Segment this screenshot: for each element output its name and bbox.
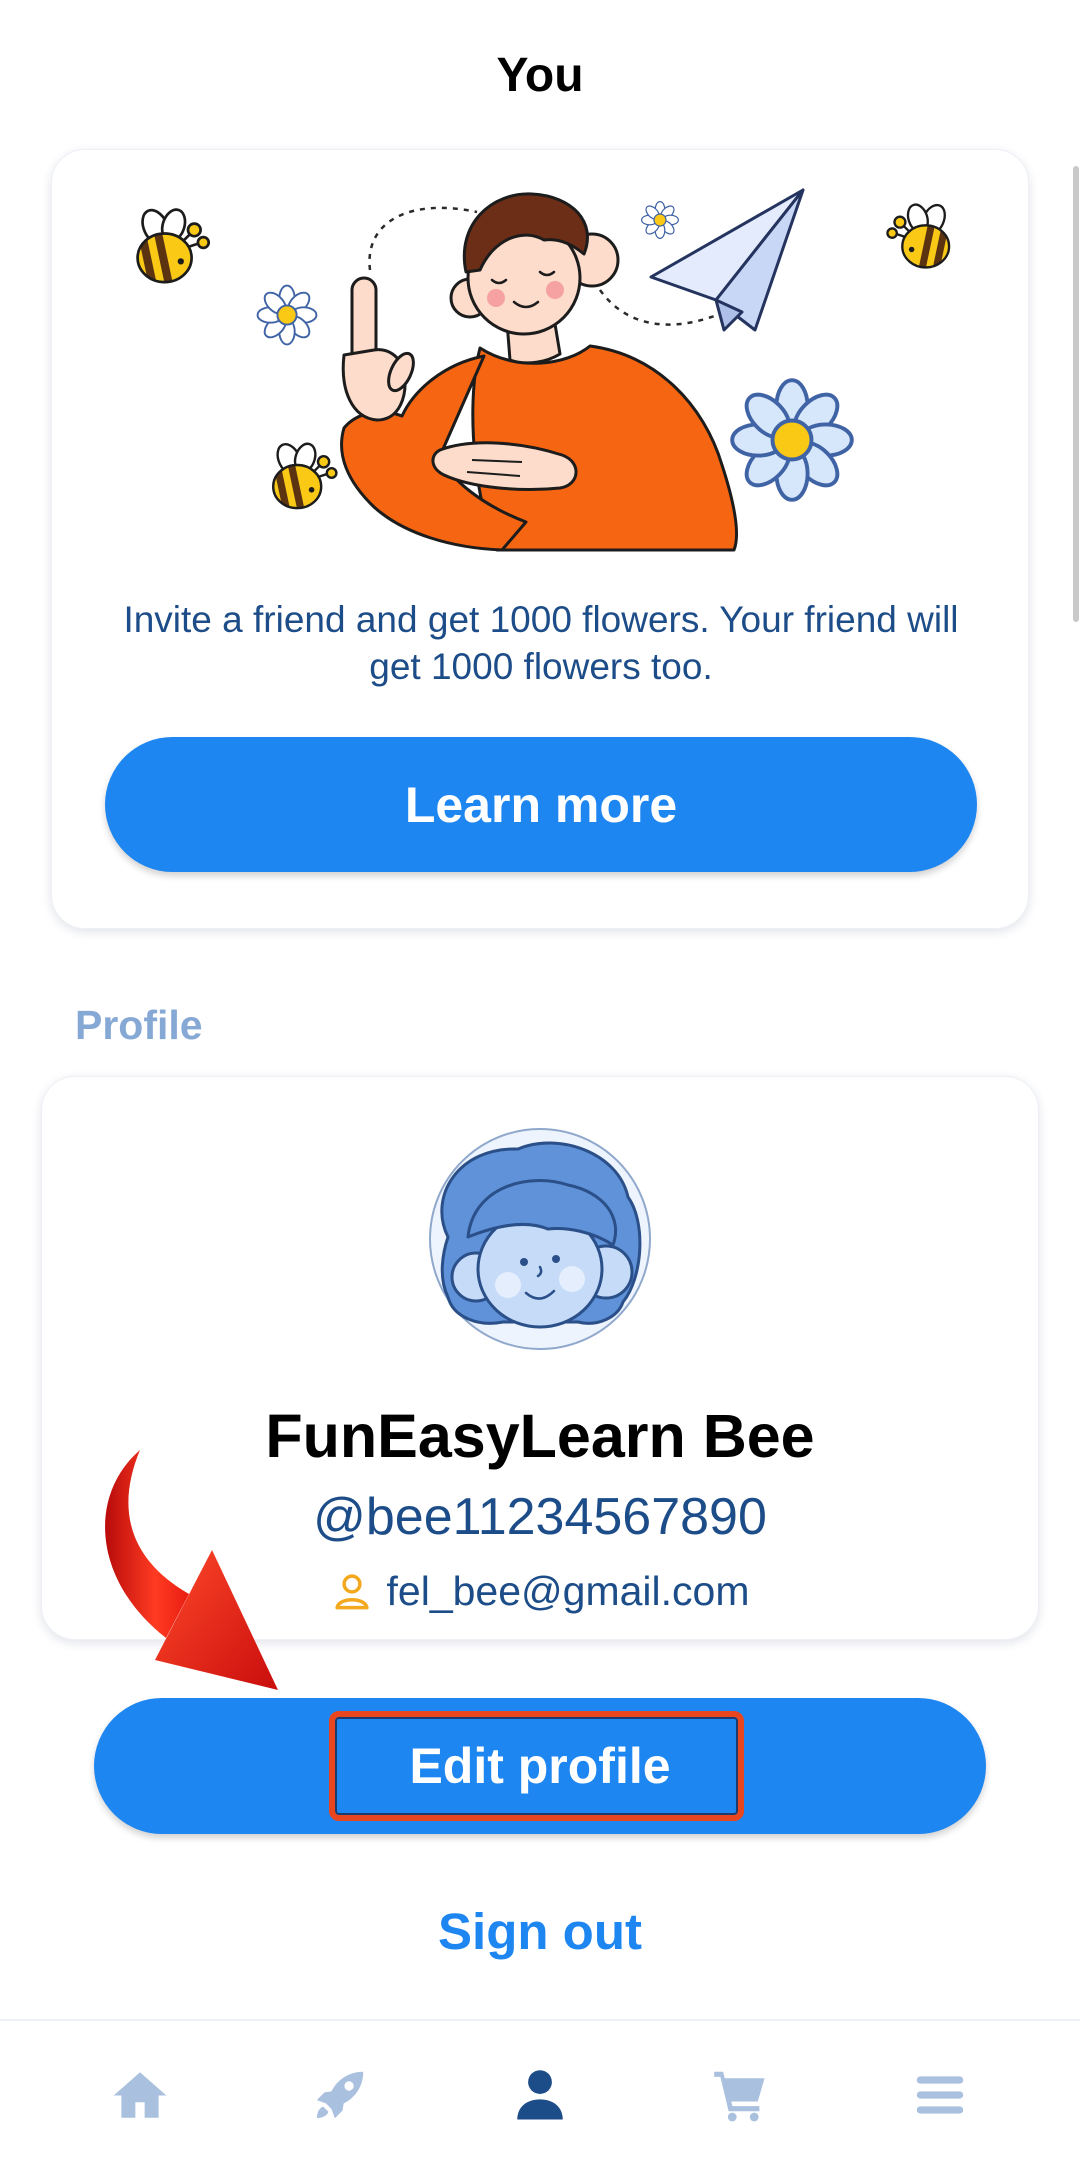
sign-out-button[interactable]: Sign out	[428, 1897, 652, 1967]
cart-icon	[714, 2071, 765, 2121]
edit-profile-label: Edit profile	[409, 1738, 671, 1794]
invite-message: Invite a friend and get 1000 flowers. Yo…	[123, 599, 959, 687]
profile-email: fel_bee@gmail.com	[386, 1568, 750, 1614]
scrollbar[interactable]	[1073, 166, 1079, 622]
bee-icon	[887, 201, 951, 283]
person-outline-icon	[334, 1574, 369, 1610]
flower-icon	[640, 201, 680, 239]
bottom-nav	[0, 2019, 1080, 2168]
avatar	[429, 1128, 651, 1350]
boy-figure	[340, 192, 739, 552]
invite-card: Invite a friend and get 1000 flowers. Yo…	[51, 149, 1029, 929]
learn-more-button[interactable]: Learn more	[105, 737, 977, 872]
profile-username: @bee11234567890	[313, 1488, 767, 1546]
nav-item-rocket[interactable]	[240, 2021, 440, 2168]
bee-icon	[271, 441, 336, 525]
flower-icon	[256, 284, 318, 346]
nav-item-profile[interactable]	[440, 2021, 640, 2168]
profile-name: FunEasyLearn Bee	[265, 1402, 815, 1470]
nav-item-home[interactable]	[40, 2021, 240, 2168]
menu-icon	[916, 2075, 964, 2114]
invite-illustration	[52, 188, 1030, 552]
profile-card: FunEasyLearn Bee @bee11234567890 fel_bee…	[41, 1076, 1039, 1640]
rocket-icon	[316, 2071, 364, 2118]
you-screen: You Invite a friend and get 1000 flowers…	[0, 0, 1080, 2168]
email-row: fel_bee@gmail.com	[42, 1566, 1038, 1616]
page-title: You	[496, 49, 584, 102]
profile-icon	[517, 2069, 563, 2120]
flower-icon	[730, 378, 854, 502]
nav-item-cart[interactable]	[640, 2021, 840, 2168]
nav-item-menu[interactable]	[840, 2021, 1040, 2168]
edit-profile-button[interactable]: Edit profile	[94, 1698, 986, 1834]
bee-icon	[135, 206, 208, 301]
profile-section-label: Profile	[75, 1002, 203, 1048]
home-icon	[113, 2071, 167, 2118]
